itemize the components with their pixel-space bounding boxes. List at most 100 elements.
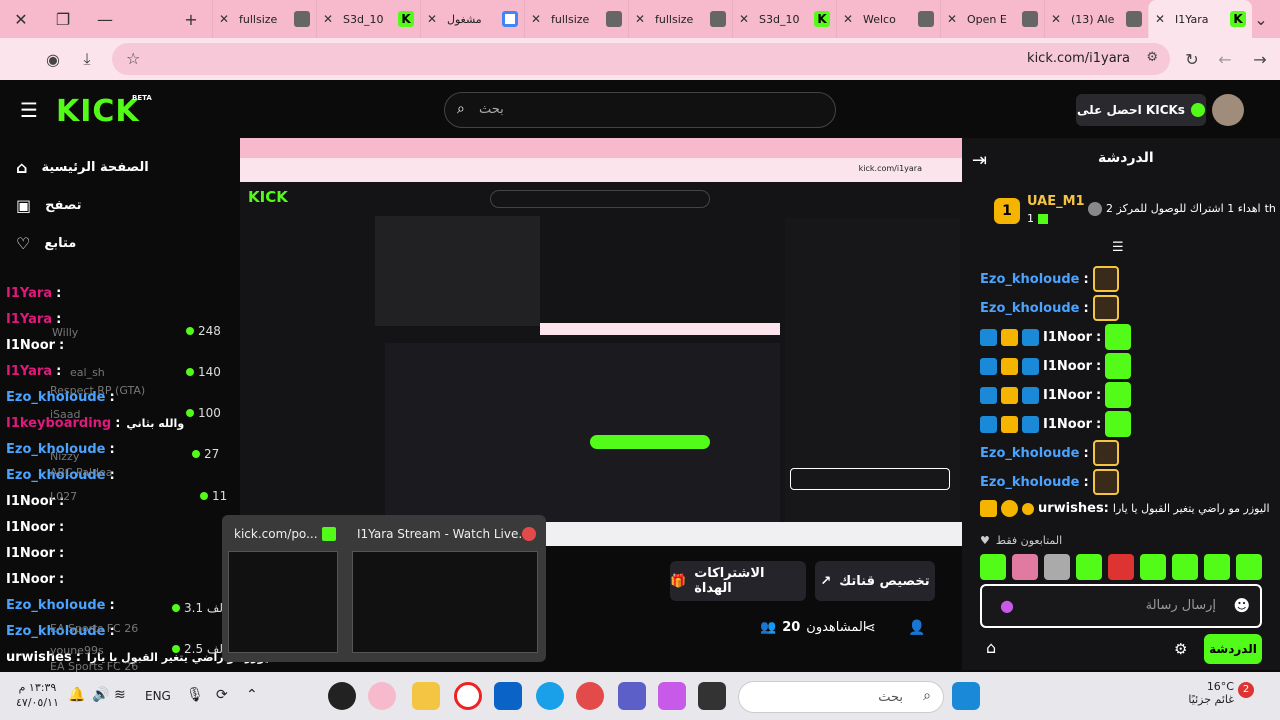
chat-username[interactable]: I1Yara (6, 312, 52, 327)
close-tab-icon[interactable]: ✕ (531, 12, 545, 26)
preview-thumbnail-1[interactable] (228, 551, 338, 653)
emote-icon[interactable] (1204, 554, 1230, 580)
chat-send-button[interactable]: الدردشة (1204, 634, 1262, 664)
chat-username[interactable]: Ezo_kholoude (6, 598, 105, 613)
chat-username[interactable]: I1Yara (6, 364, 52, 379)
chat-username[interactable]: I1Noor (6, 572, 55, 587)
close-tab-icon[interactable]: ✕ (739, 12, 753, 26)
chrome-icon[interactable] (576, 682, 604, 710)
browser-tab[interactable]: ✕ Welco (836, 0, 940, 38)
chat-username[interactable]: Ezo_kholoude (980, 301, 1079, 316)
collapse-chat-icon[interactable]: ⇥ (972, 150, 987, 171)
emote-icon[interactable] (980, 554, 1006, 580)
emote-icon[interactable] (1172, 554, 1198, 580)
close-tab-icon[interactable]: ✕ (219, 12, 233, 26)
site-settings-icon[interactable]: ⚙ (1146, 50, 1158, 65)
sidebar-item-home[interactable]: ⌂ الصفحة الرئيسية (16, 152, 216, 182)
chat-username[interactable]: Ezo_kholoude (980, 475, 1079, 490)
stream-video-player[interactable]: kick.com/i1yara KICK (240, 138, 962, 546)
copilot-icon[interactable] (658, 682, 686, 710)
emote-icon[interactable] (1140, 554, 1166, 580)
back-icon[interactable]: ← (1208, 42, 1242, 76)
taskbar-preview[interactable]: kick.com/po... I1Yara Stream - Watch Liv… (222, 515, 546, 662)
browser-tab[interactable]: ✕ fullsize (524, 0, 628, 38)
chat-username[interactable]: I1Yara (6, 286, 52, 301)
emoji-icon[interactable]: ☻ (1233, 596, 1250, 615)
emote-icon[interactable] (1108, 554, 1134, 580)
bookmark-star-icon[interactable]: ☆ (126, 49, 140, 68)
app-taskbar-icon[interactable] (328, 682, 356, 710)
outlook-icon[interactable] (494, 682, 522, 710)
opera-icon[interactable] (454, 682, 482, 710)
weather-widget[interactable]: 16°C غائم جزئيًا (1182, 680, 1234, 706)
wifi-icon[interactable]: ≋ (114, 687, 126, 703)
browser-tab[interactable]: ✕ S3d_10 K (732, 0, 836, 38)
minimize-window-button[interactable]: — (84, 0, 126, 38)
gift-subs-button[interactable]: 🎁 الاشتراكات الهداة (670, 561, 806, 601)
customize-channel-button[interactable]: ↗ تخصيص قناتك (815, 561, 935, 601)
chat-username[interactable]: I1Noor (6, 494, 55, 509)
share-icon[interactable]: ⋖ (864, 620, 876, 636)
browser-tab[interactable]: ✕ S3d_10 K (316, 0, 420, 38)
settings-icon[interactable]: ⚙ (1174, 640, 1187, 658)
get-kicks-button[interactable]: احصل على KICKs (1076, 94, 1206, 126)
menu-icon[interactable]: ☰ (20, 98, 38, 122)
close-tab-icon[interactable]: ✕ (635, 12, 649, 26)
sidebar-item-following[interactable]: ♡ متابع (16, 228, 216, 258)
chat-input[interactable]: ● إرسال رسالة ☻ (980, 584, 1262, 628)
restore-window-button[interactable]: ❐ (42, 0, 84, 38)
chat-username[interactable]: I1Noor (1043, 330, 1092, 345)
preview-thumbnail-2[interactable] (352, 551, 538, 653)
edge-icon[interactable] (536, 682, 564, 710)
chat-username[interactable]: I1Noor (6, 546, 55, 561)
top-gifter-name[interactable]: UAE_M1 (1027, 194, 1085, 209)
emote-icon[interactable] (1044, 554, 1070, 580)
close-window-button[interactable]: ✕ (0, 0, 42, 38)
app-taskbar-icon[interactable] (698, 682, 726, 710)
browser-tab[interactable]: ✕ (13) Ale (1044, 0, 1148, 38)
omnibox[interactable]: ☆ kick.com/i1yara ⚙ (112, 43, 1170, 75)
teams-icon[interactable] (618, 682, 646, 710)
emote-icon[interactable] (1076, 554, 1102, 580)
emote-icon[interactable] (1236, 554, 1262, 580)
browser-tab[interactable]: ✕ I1Yara K (1148, 0, 1252, 38)
browser-tab[interactable]: ✕ مشغول (420, 0, 524, 38)
file-explorer-icon[interactable] (412, 682, 440, 710)
browser-tab[interactable]: ✕ fullsize (212, 0, 316, 38)
close-tab-icon[interactable]: ✕ (427, 12, 441, 26)
chevron-up-icon[interactable]: ⌃ (246, 687, 258, 703)
chat-username[interactable]: Ezo_kholoude (980, 446, 1079, 461)
search-input[interactable]: ⌕ بحث (444, 92, 836, 128)
windows-start-icon[interactable] (952, 682, 980, 710)
language-indicator[interactable]: ENG (145, 689, 171, 703)
chat-username[interactable]: I1Noor (1043, 388, 1092, 403)
tab-search-button[interactable]: ⌄ (1240, 0, 1280, 38)
pinned-toggle-icon[interactable]: ☰ (1112, 240, 1124, 255)
chat-username[interactable]: I1Noor (1043, 359, 1092, 374)
chat-username[interactable]: I1Noor (6, 338, 55, 353)
avatar[interactable] (1212, 94, 1244, 126)
forward-icon[interactable]: → (1243, 42, 1277, 76)
chrome-pink-taskbar-icon[interactable] (368, 682, 396, 710)
sidebar-item-browse[interactable]: ▣ تصفح (16, 190, 216, 220)
mic-tray-icon[interactable]: 🎙 (186, 687, 204, 703)
reload-icon[interactable]: ↻ (1175, 42, 1209, 76)
close-tab-icon[interactable]: ✕ (1155, 12, 1169, 26)
chat-username[interactable]: urwishes: (1038, 501, 1109, 516)
profile-icon[interactable]: ◉ (36, 42, 70, 76)
clock[interactable]: ١٣:٣٩ م ٤٧/٠٥/١١ (16, 680, 59, 710)
chat-username[interactable]: Ezo_kholoude (980, 272, 1079, 287)
close-tab-icon[interactable]: ✕ (1051, 12, 1065, 26)
close-tab-icon[interactable]: ✕ (843, 12, 857, 26)
notifications-icon[interactable]: 🔔 (68, 687, 85, 703)
microphone-icon[interactable]: ● (1000, 596, 1014, 615)
close-tab-icon[interactable]: ✕ (947, 12, 961, 26)
download-icon[interactable]: ⤓ (70, 42, 104, 76)
close-tab-icon[interactable]: ✕ (323, 12, 337, 26)
emote-icon[interactable] (1012, 554, 1038, 580)
follow-icon[interactable]: 👤 (908, 620, 925, 636)
browser-tab[interactable]: ✕ fullsize (628, 0, 732, 38)
sync-icon[interactable]: ⟳ (216, 687, 228, 703)
browser-tab[interactable]: ✕ Open E (940, 0, 1044, 38)
chat-username[interactable]: I1Noor (6, 520, 55, 535)
